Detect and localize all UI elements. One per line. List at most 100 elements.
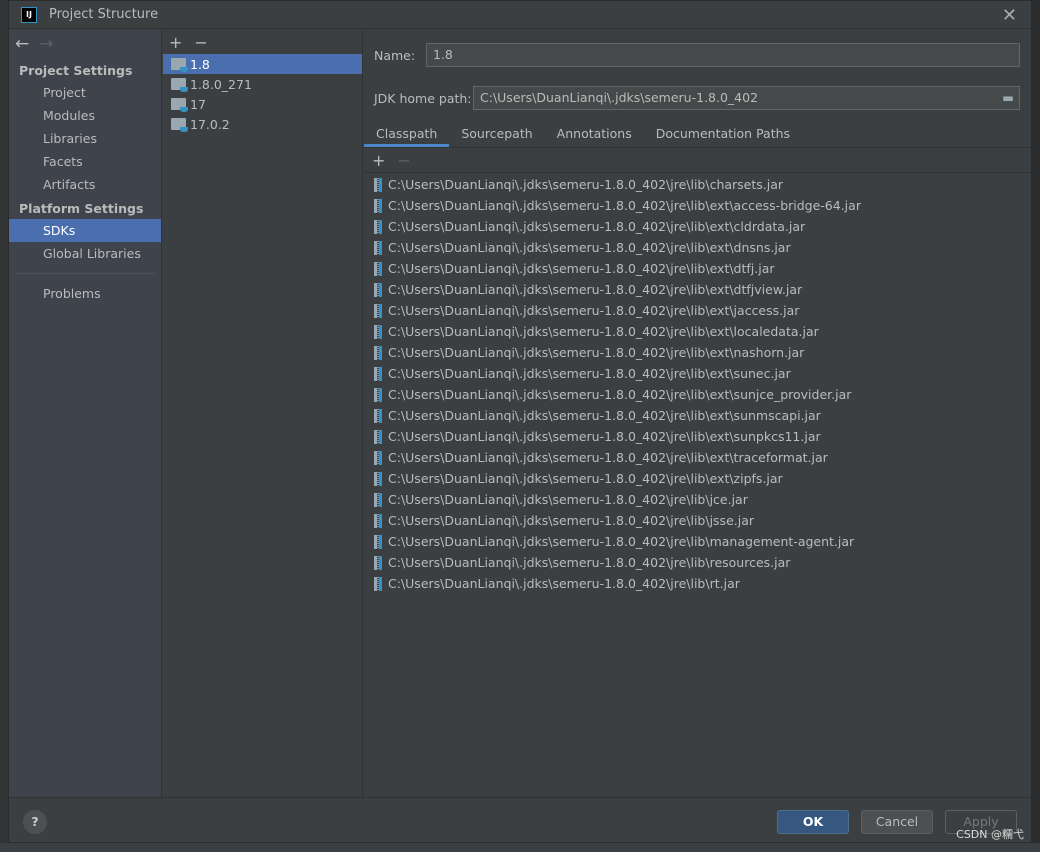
sdk-list-item[interactable]: 17.0.2 [163,114,362,134]
jar-icon [374,513,382,528]
classpath-path: C:\Users\DuanLianqi\.jdks\semeru-1.8.0_4… [388,576,740,591]
forward-arrow-icon[interactable]: → [39,34,53,54]
sidebar-item-modules[interactable]: Modules [9,104,161,127]
classpath-item[interactable]: C:\Users\DuanLianqi\.jdks\semeru-1.8.0_4… [364,405,1032,426]
jar-icon [374,345,382,360]
jar-icon [374,198,382,213]
sdk-name: 1.8 [190,56,210,72]
classpath-item[interactable]: C:\Users\DuanLianqi\.jdks\semeru-1.8.0_4… [364,510,1032,531]
sdk-list-panel: + − 1.8 1.8.0_271 17 17.0.2 [163,30,363,797]
jdk-folder-icon [171,78,188,92]
classpath-item[interactable]: C:\Users\DuanLianqi\.jdks\semeru-1.8.0_4… [364,258,1032,279]
jar-icon [374,534,382,549]
add-path-icon[interactable]: + [372,151,385,170]
classpath-list: C:\Users\DuanLianqi\.jdks\semeru-1.8.0_4… [364,174,1032,594]
name-input[interactable]: 1.8 [426,43,1020,67]
divider [15,273,155,274]
classpath-path: C:\Users\DuanLianqi\.jdks\semeru-1.8.0_4… [388,282,803,297]
section-project-settings: Project Settings [19,63,133,78]
jar-icon [374,429,382,444]
jar-icon [374,492,382,507]
sidebar-item-facets[interactable]: Facets [9,150,161,173]
jar-icon [374,408,382,423]
background-editor [0,0,8,852]
jar-icon [374,219,382,234]
classpath-path: C:\Users\DuanLianqi\.jdks\semeru-1.8.0_4… [388,366,791,381]
classpath-item[interactable]: C:\Users\DuanLianqi\.jdks\semeru-1.8.0_4… [364,216,1032,237]
ok-button[interactable]: OK [777,810,849,834]
jar-icon [374,576,382,591]
close-icon[interactable]: ✕ [1002,5,1017,26]
intellij-logo-icon: IJ [21,6,37,23]
jdk-home-label: JDK home path: [374,90,472,106]
sdk-detail-panel: Name: 1.8 JDK home path: C:\Users\DuanLi… [364,30,1032,797]
tab-documentation-paths[interactable]: Documentation Paths [644,122,802,147]
jar-icon [374,303,382,318]
remove-sdk-icon[interactable]: − [194,33,207,52]
classpath-path: C:\Users\DuanLianqi\.jdks\semeru-1.8.0_4… [388,450,828,465]
classpath-item[interactable]: C:\Users\DuanLianqi\.jdks\semeru-1.8.0_4… [364,300,1032,321]
jar-icon [374,366,382,381]
jar-icon [374,240,382,255]
classpath-item[interactable]: C:\Users\DuanLianqi\.jdks\semeru-1.8.0_4… [364,342,1032,363]
sdk-list-item[interactable]: 17 [163,94,362,114]
classpath-item[interactable]: C:\Users\DuanLianqi\.jdks\semeru-1.8.0_4… [364,468,1032,489]
classpath-item[interactable]: C:\Users\DuanLianqi\.jdks\semeru-1.8.0_4… [364,489,1032,510]
dialog-title: Project Structure [49,7,159,22]
sdk-name: 1.8.0_271 [190,76,252,92]
classpath-path: C:\Users\DuanLianqi\.jdks\semeru-1.8.0_4… [388,408,821,423]
classpath-path: C:\Users\DuanLianqi\.jdks\semeru-1.8.0_4… [388,555,791,570]
classpath-item[interactable]: C:\Users\DuanLianqi\.jdks\semeru-1.8.0_4… [364,573,1032,594]
sidebar: ← → Project Settings Project Modules Librar… [9,30,162,797]
jdk-home-input[interactable]: C:\Users\DuanLianqi\.jdks\semeru-1.8.0_4… [473,86,1020,110]
jar-icon [374,555,382,570]
classpath-item[interactable]: C:\Users\DuanLianqi\.jdks\semeru-1.8.0_4… [364,363,1032,384]
sdk-list-item[interactable]: 1.8.0_271 [163,74,362,94]
classpath-path: C:\Users\DuanLianqi\.jdks\semeru-1.8.0_4… [388,177,784,192]
cancel-button[interactable]: Cancel [861,810,933,834]
folder-browse-icon[interactable]: ▬ [1002,90,1014,105]
background-status [0,843,1040,852]
back-arrow-icon[interactable]: ← [15,34,29,54]
tab-sourcepath[interactable]: Sourcepath [449,122,544,147]
watermark: CSDN @糯弋 [956,828,1024,841]
jdk-folder-icon [171,118,188,132]
jar-icon [374,471,382,486]
classpath-item[interactable]: C:\Users\DuanLianqi\.jdks\semeru-1.8.0_4… [364,426,1032,447]
jar-icon [374,282,382,297]
sidebar-item-libraries[interactable]: Libraries [9,127,161,150]
sdk-list-item[interactable]: 1.8 [163,54,362,74]
add-sdk-icon[interactable]: + [169,33,182,52]
sidebar-item-project[interactable]: Project [9,81,161,104]
classpath-path: C:\Users\DuanLianqi\.jdks\semeru-1.8.0_4… [388,261,775,276]
remove-path-icon[interactable]: − [397,151,410,170]
classpath-item[interactable]: C:\Users\DuanLianqi\.jdks\semeru-1.8.0_4… [364,384,1032,405]
help-icon[interactable]: ? [23,810,47,834]
section-platform-settings: Platform Settings [19,201,144,216]
jar-icon [374,450,382,465]
tab-annotations[interactable]: Annotations [545,122,644,147]
sidebar-item-sdks[interactable]: SDKs [9,219,161,242]
sidebar-item-artifacts[interactable]: Artifacts [9,173,161,196]
classpath-path: C:\Users\DuanLianqi\.jdks\semeru-1.8.0_4… [388,429,821,444]
classpath-path: C:\Users\DuanLianqi\.jdks\semeru-1.8.0_4… [388,198,861,213]
classpath-item[interactable]: C:\Users\DuanLianqi\.jdks\semeru-1.8.0_4… [364,447,1032,468]
classpath-item[interactable]: C:\Users\DuanLianqi\.jdks\semeru-1.8.0_4… [364,174,1032,195]
classpath-item[interactable]: C:\Users\DuanLianqi\.jdks\semeru-1.8.0_4… [364,237,1032,258]
classpath-item[interactable]: C:\Users\DuanLianqi\.jdks\semeru-1.8.0_4… [364,531,1032,552]
classpath-path: C:\Users\DuanLianqi\.jdks\semeru-1.8.0_4… [388,492,748,507]
classpath-item[interactable]: C:\Users\DuanLianqi\.jdks\semeru-1.8.0_4… [364,552,1032,573]
sidebar-item-problems[interactable]: Problems [9,282,161,305]
jar-icon [374,261,382,276]
classpath-path: C:\Users\DuanLianqi\.jdks\semeru-1.8.0_4… [388,240,791,255]
tab-classpath[interactable]: Classpath [364,122,450,147]
classpath-item[interactable]: C:\Users\DuanLianqi\.jdks\semeru-1.8.0_4… [364,279,1032,300]
jar-icon [374,324,382,339]
jar-icon [374,177,382,192]
jdk-folder-icon [171,98,188,112]
sidebar-item-global-libraries[interactable]: Global Libraries [9,242,161,265]
sdk-name: 17.0.2 [190,116,230,132]
classpath-item[interactable]: C:\Users\DuanLianqi\.jdks\semeru-1.8.0_4… [364,195,1032,216]
classpath-path: C:\Users\DuanLianqi\.jdks\semeru-1.8.0_4… [388,471,783,486]
classpath-item[interactable]: C:\Users\DuanLianqi\.jdks\semeru-1.8.0_4… [364,321,1032,342]
